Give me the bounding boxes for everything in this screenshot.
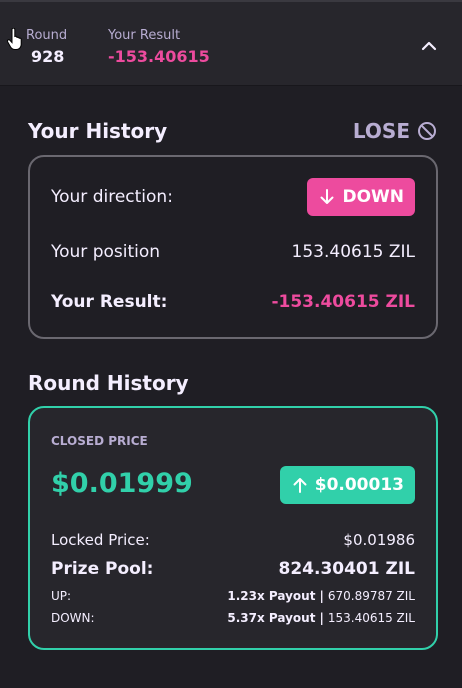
direction-value: DOWN: [342, 187, 404, 207]
prohibited-icon: [418, 122, 436, 140]
prize-pool-label: Prize Pool:: [51, 559, 154, 579]
down-payout-row: DOWN: 5.37x Payout | 153.40615 ZIL: [51, 611, 415, 625]
closed-price-label: CLOSED PRICE: [51, 434, 148, 448]
direction-row: Your direction: DOWN: [51, 178, 415, 216]
down-payout-info: 5.37x Payout | 153.40615 ZIL: [227, 611, 415, 625]
round-history-title: Round History: [28, 371, 189, 395]
up-payout-row: UP: 1.23x Payout | 670.89787 ZIL: [51, 589, 415, 603]
down-label: DOWN:: [51, 611, 95, 625]
position-row: Your position 153.40615 ZIL: [51, 242, 415, 262]
closed-price-value: $0.01999: [51, 468, 193, 499]
result-info: Your Result -153.40615: [108, 28, 210, 66]
arrow-down-icon: [320, 189, 334, 204]
prize-pool-value: 824.30401 ZIL: [278, 559, 416, 579]
lose-status: LOSE: [353, 119, 437, 143]
your-history-title: Your History: [28, 119, 168, 143]
down-payout-multiplier: 5.37x Payout: [227, 611, 316, 625]
round-info: Round 928: [26, 28, 67, 66]
separator: |: [319, 611, 324, 625]
result-label: Your Result: [108, 28, 181, 43]
result-row: Your Result: -153.40615 ZIL: [51, 292, 415, 312]
prize-pool-row: Prize Pool: 824.30401 ZIL: [51, 559, 415, 579]
up-payout-info: 1.23x Payout | 670.89787 ZIL: [227, 589, 415, 603]
price-change-value: $0.00013: [314, 475, 404, 495]
up-payout-multiplier: 1.23x Payout: [227, 589, 316, 603]
locked-price-row: Locked Price: $0.01986: [51, 531, 415, 549]
your-result-label: Your Result:: [51, 292, 168, 312]
chevron-up-icon[interactable]: [418, 37, 440, 55]
locked-price-value: $0.01986: [343, 531, 415, 549]
round-label: Round: [26, 28, 68, 43]
round-header[interactable]: Round 928 Your Result -153.40615: [0, 0, 462, 86]
price-change-badge: $0.00013: [279, 466, 415, 504]
arrow-up-icon: [293, 478, 307, 493]
direction-badge: DOWN: [307, 178, 415, 216]
separator: |: [319, 589, 324, 603]
locked-price-label: Locked Price:: [51, 531, 150, 549]
result-value: -153.40615: [108, 47, 210, 66]
position-label: Your position: [51, 242, 161, 262]
your-history-card: Your direction: DOWN Your position 153.4…: [28, 155, 438, 339]
direction-label: Your direction:: [51, 187, 173, 207]
your-result-value: -153.40615 ZIL: [271, 292, 415, 312]
round-history-card: CLOSED PRICE $0.01999 $0.00013 Locked Pr…: [28, 406, 438, 650]
hand-cursor-icon: [7, 28, 22, 50]
position-value: 153.40615 ZIL: [291, 242, 415, 262]
down-payout-amount: 153.40615 ZIL: [327, 611, 415, 625]
up-label: UP:: [51, 589, 72, 603]
up-payout-amount: 670.89787 ZIL: [327, 589, 415, 603]
round-number: 928: [31, 47, 65, 66]
lose-label: LOSE: [352, 119, 410, 143]
